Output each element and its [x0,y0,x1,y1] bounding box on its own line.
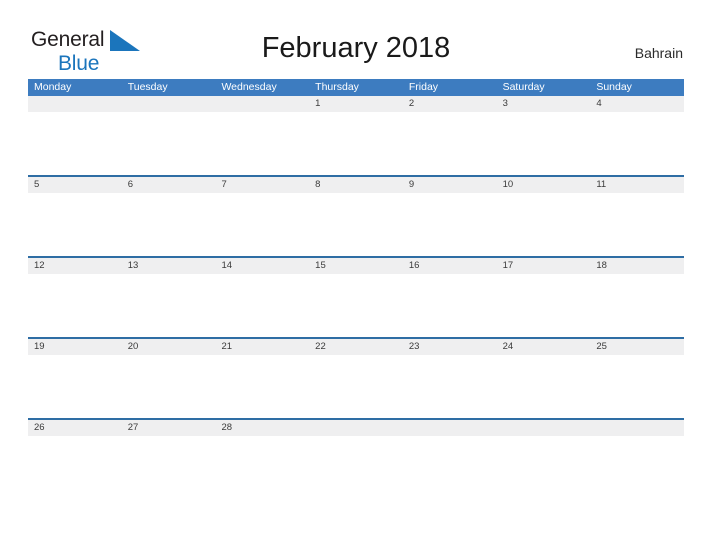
day-cell[interactable] [122,96,216,112]
day-cell[interactable]: 27 [122,420,216,436]
day-cell[interactable]: 24 [497,339,591,355]
day-note-cell[interactable] [215,355,309,418]
day-cell[interactable] [28,96,122,112]
day-cell[interactable]: 10 [497,177,591,193]
day-note-cell[interactable] [309,112,403,175]
day-cell[interactable]: 2 [403,96,497,112]
day-note-cell[interactable] [309,193,403,256]
day-cell[interactable]: 17 [497,258,591,274]
day-note-cell[interactable] [28,274,122,337]
page-header: General Blue February 2018 Bahrain [0,0,712,78]
day-note-cell[interactable] [309,274,403,337]
day-cell[interactable] [590,420,684,436]
day-cell[interactable]: 25 [590,339,684,355]
country-label: Bahrain [634,45,683,61]
day-cell[interactable]: 26 [28,420,122,436]
day-cell[interactable]: 6 [122,177,216,193]
day-note-cell[interactable] [215,193,309,256]
day-note-cell[interactable] [590,355,684,418]
calendar-week-row: 12 13 14 15 16 17 18 [28,256,684,337]
day-note-cell[interactable] [497,193,591,256]
week-date-strip: 26 27 28 [28,420,684,436]
day-cell[interactable]: 18 [590,258,684,274]
weekday-header-sunday: Sunday [596,81,632,93]
day-note-cell[interactable] [122,193,216,256]
week-note-area [28,193,684,256]
day-cell[interactable]: 5 [28,177,122,193]
day-note-cell[interactable] [215,112,309,175]
weekday-header-saturday: Saturday [502,81,545,93]
day-cell[interactable]: 12 [28,258,122,274]
week-date-strip: 19 20 21 22 23 24 25 [28,339,684,355]
page-title: February 2018 [261,32,451,64]
day-cell[interactable] [497,420,591,436]
weekday-header-friday: Friday [408,81,439,93]
day-cell[interactable]: 1 [309,96,403,112]
day-cell[interactable]: 28 [215,420,309,436]
day-cell[interactable]: 21 [215,339,309,355]
calendar-week-row: 26 27 28 [28,418,684,436]
weekday-header-thursday: Thursday [315,81,359,93]
week-date-strip: 5 6 7 8 9 10 11 [28,177,684,193]
day-note-cell[interactable] [215,274,309,337]
weekday-header-monday: Monday [34,81,72,93]
calendar-week-row: 19 20 21 22 23 24 25 [28,337,684,418]
day-cell[interactable] [309,420,403,436]
day-note-cell[interactable] [497,274,591,337]
week-note-area [28,112,684,175]
day-note-cell[interactable] [122,112,216,175]
day-note-cell[interactable] [590,274,684,337]
day-cell[interactable]: 20 [122,339,216,355]
day-note-cell[interactable] [122,355,216,418]
day-note-cell[interactable] [403,274,497,337]
weekday-header-tuesday: Tuesday [127,81,168,93]
week-note-area [28,274,684,337]
day-cell[interactable]: 14 [215,258,309,274]
day-note-cell[interactable] [497,112,591,175]
day-note-cell[interactable] [590,193,684,256]
day-note-cell[interactable] [122,274,216,337]
week-note-area [28,355,684,418]
day-cell[interactable]: 7 [215,177,309,193]
day-note-cell[interactable] [309,355,403,418]
day-cell[interactable] [403,420,497,436]
day-cell[interactable]: 22 [309,339,403,355]
weekday-header-row: Monday Tuesday Wednesday Thursday Friday… [28,79,684,96]
day-note-cell[interactable] [403,355,497,418]
calendar-week-row: 1 2 3 4 [28,96,684,175]
day-cell[interactable]: 23 [403,339,497,355]
day-cell[interactable]: 15 [309,258,403,274]
day-cell[interactable]: 3 [497,96,591,112]
calendar-grid: Monday Tuesday Wednesday Thursday Friday… [28,79,684,436]
day-note-cell[interactable] [497,355,591,418]
day-note-cell[interactable] [590,112,684,175]
day-cell[interactable] [215,96,309,112]
day-cell[interactable]: 8 [309,177,403,193]
week-date-strip: 12 13 14 15 16 17 18 [28,258,684,274]
week-date-strip: 1 2 3 4 [28,96,684,112]
day-cell[interactable]: 13 [122,258,216,274]
day-cell[interactable]: 4 [590,96,684,112]
weekday-header-wednesday: Wednesday [221,81,277,93]
day-cell[interactable]: 9 [403,177,497,193]
day-cell[interactable]: 19 [28,339,122,355]
day-note-cell[interactable] [403,193,497,256]
day-note-cell[interactable] [28,193,122,256]
day-note-cell[interactable] [28,112,122,175]
day-cell[interactable]: 16 [403,258,497,274]
calendar-week-row: 5 6 7 8 9 10 11 [28,175,684,256]
day-cell[interactable]: 11 [590,177,684,193]
day-note-cell[interactable] [403,112,497,175]
day-note-cell[interactable] [28,355,122,418]
